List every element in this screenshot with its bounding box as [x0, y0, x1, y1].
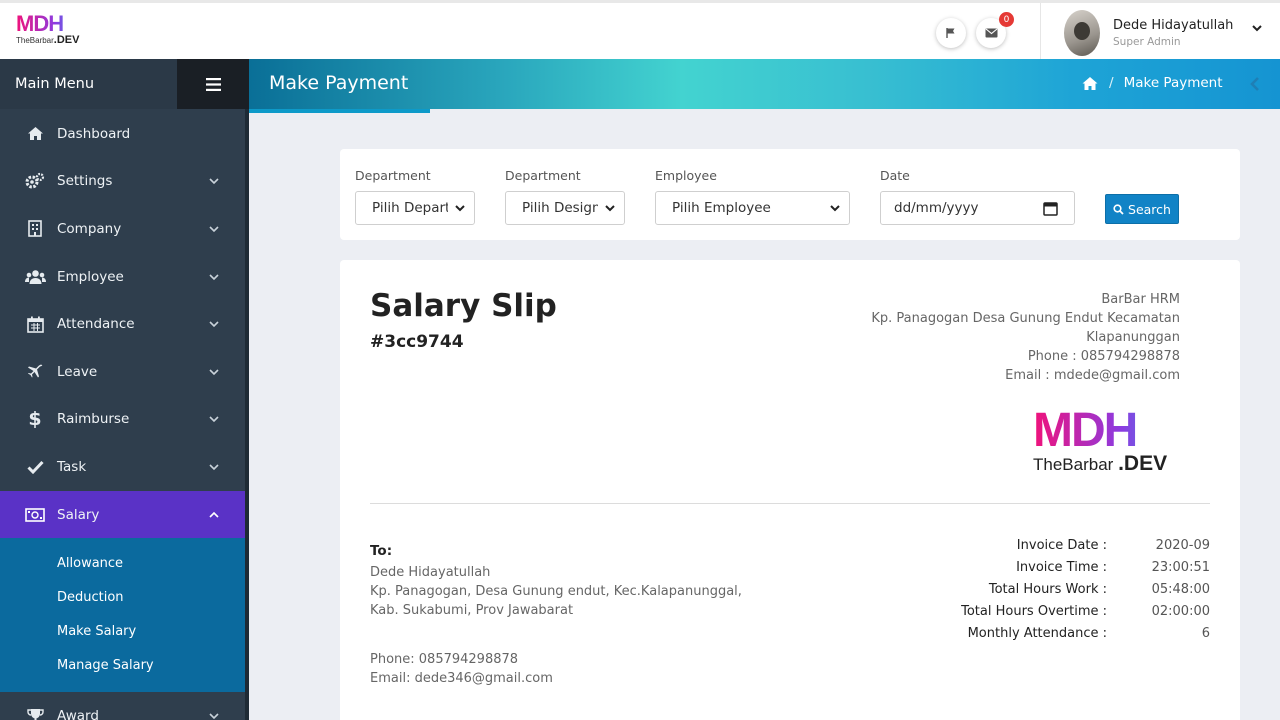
chevron-down-icon	[830, 205, 840, 212]
chevron-down-icon	[209, 369, 219, 375]
filter-card: Department Pilih Departr Department Pili…	[340, 149, 1240, 240]
company-logo: MDH TheBarbar .DEV	[1033, 407, 1208, 476]
sidebar-item-company[interactable]: Company	[0, 205, 245, 253]
plane-icon	[24, 363, 46, 381]
money-icon	[24, 506, 46, 524]
sidebar: Main Menu Dashboard Settings Company Emp…	[0, 59, 249, 720]
company-info: BarBar HRM Kp. Panagogan Desa Gunung End…	[871, 292, 1180, 383]
envelope-icon	[985, 28, 997, 38]
invoice-row: Total Hours Work :05:48:00	[988, 582, 1210, 597]
user-avatar[interactable]	[1064, 10, 1100, 56]
chevron-down-icon	[209, 416, 219, 423]
chevron-down-icon	[209, 321, 219, 328]
logo-main-text: MDH	[16, 13, 94, 35]
invoice-row: Invoice Date :2020-09	[1016, 538, 1210, 553]
chevron-down-icon	[209, 226, 219, 233]
breadcrumb-current: Make Payment	[1123, 75, 1223, 91]
sidebar-item-settings[interactable]: Settings	[0, 158, 245, 206]
logo-sub-text: TheBarbar	[16, 36, 54, 45]
check-icon	[24, 458, 46, 476]
invoice-row: Total Hours Overtime :02:00:00	[961, 604, 1210, 619]
submenu-item-make-salary[interactable]: Make Salary	[0, 614, 245, 648]
sidebar-toggle-button[interactable]	[177, 59, 249, 109]
chevron-down-icon	[605, 205, 615, 212]
sidebar-item-employee[interactable]: Employee	[0, 253, 245, 301]
salary-slip-card: Salary Slip #3cc9744 BarBar HRM Kp. Pana…	[340, 260, 1240, 720]
employee-label: Employee	[655, 168, 717, 183]
department-select[interactable]: Pilih Departr	[355, 191, 475, 225]
designation-select[interactable]: Pilih Design	[505, 191, 625, 225]
chevron-down-icon	[209, 713, 219, 720]
sidebar-item-award[interactable]: Award	[0, 692, 245, 720]
department-label: Department	[355, 168, 431, 183]
user-name: Dede Hidayatullah	[1113, 18, 1234, 33]
brand-logo[interactable]: MDH TheBarbar.DEV	[16, 13, 94, 47]
chevron-down-icon	[209, 274, 219, 280]
home-icon	[24, 125, 46, 143]
chevron-up-icon	[209, 511, 219, 518]
building-icon	[24, 220, 46, 238]
submenu-item-manage-salary[interactable]: Manage Salary	[0, 648, 245, 682]
chevron-down-icon[interactable]	[1251, 23, 1263, 33]
sidebar-title: Main Menu	[15, 76, 95, 92]
flag-icon	[946, 28, 955, 38]
date-label: Date	[880, 168, 910, 183]
chevron-down-icon	[455, 205, 465, 212]
notification-badge: 0	[999, 12, 1014, 27]
user-role: Super Admin	[1113, 36, 1181, 48]
recipient-info: Dede Hidayatullah Kp. Panagogan, Desa Gu…	[370, 565, 742, 618]
employee-select[interactable]: Pilih Employee	[655, 191, 850, 225]
breadcrumb: / Make Payment	[1081, 75, 1223, 91]
main-menu: Dashboard Settings Company Employee Atte…	[0, 110, 245, 720]
recipient-contact: Phone: 085794298878 Email: dede346@gmail…	[370, 652, 553, 686]
sidebar-item-dashboard[interactable]: Dashboard	[0, 110, 245, 158]
messages-button[interactable]: 0	[976, 12, 1014, 48]
sidebar-item-task[interactable]: Task	[0, 443, 245, 491]
calendar-icon	[24, 315, 46, 333]
recipient-label: To:	[370, 543, 393, 559]
chevron-down-icon	[209, 464, 219, 471]
date-input[interactable]: dd/mm/yyyy	[880, 191, 1075, 225]
search-icon	[1113, 203, 1124, 215]
slip-number: #3cc9744	[370, 332, 464, 352]
invoice-row: Monthly Attendance :6	[967, 626, 1210, 641]
users-icon	[24, 268, 46, 286]
sidebar-item-raimburse[interactable]: $ Raimburse	[0, 396, 245, 444]
calendar-icon[interactable]	[1043, 201, 1058, 216]
sidebar-item-leave[interactable]: Leave	[0, 348, 245, 396]
logo-dev-text: .DEV	[53, 34, 80, 46]
submenu-item-deduction[interactable]: Deduction	[0, 580, 245, 614]
submenu-item-allowance[interactable]: Allowance	[0, 546, 245, 580]
dollar-icon: $	[28, 408, 42, 431]
invoice-details: Invoice Date :2020-09 Invoice Time :23:0…	[900, 535, 1210, 645]
search-button[interactable]: Search	[1105, 194, 1179, 224]
salary-submenu: Allowance Deduction Make Salary Manage S…	[0, 538, 245, 693]
chevron-down-icon	[209, 178, 219, 185]
home-icon[interactable]	[1081, 76, 1099, 91]
chevron-left-icon[interactable]	[1249, 76, 1261, 92]
page-title: Make Payment	[269, 72, 409, 94]
designation-label: Department	[505, 168, 581, 183]
flag-button[interactable]	[936, 18, 966, 48]
sidebar-item-salary[interactable]: Salary	[0, 490, 245, 539]
page-header: Make Payment / Make Payment	[249, 59, 1280, 113]
slip-title: Salary Slip	[370, 288, 557, 324]
gears-icon	[24, 172, 46, 190]
hamburger-icon	[205, 77, 221, 91]
sidebar-item-attendance[interactable]: Attendance	[0, 300, 245, 348]
invoice-row: Invoice Time :23:00:51	[1016, 560, 1210, 575]
trophy-icon	[24, 707, 46, 720]
top-bar: MDH TheBarbar.DEV 0 Dede Hidayatullah Su…	[0, 0, 1280, 62]
